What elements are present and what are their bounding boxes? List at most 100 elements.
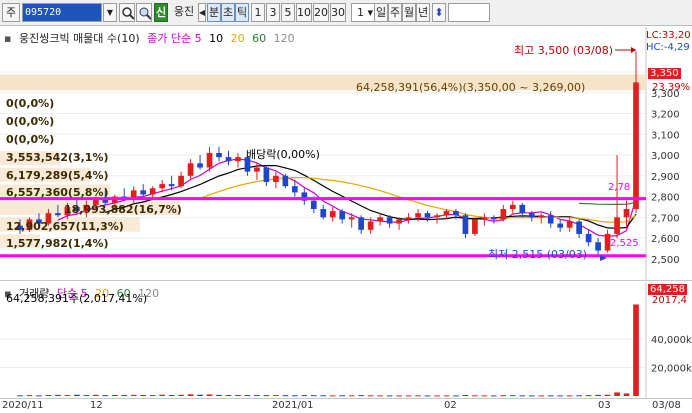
volume-bar xyxy=(415,395,421,397)
date-label-jan: 2021/01 xyxy=(272,400,314,411)
volume-bar xyxy=(55,394,61,396)
candle-body xyxy=(291,186,298,193)
date-label-nov: 2020/11 xyxy=(2,400,44,411)
candle-body xyxy=(254,167,260,172)
candle-body xyxy=(159,184,165,189)
profile-label-5: 6,179,289(5,4%) xyxy=(6,169,109,182)
candle-body xyxy=(547,215,554,224)
month-button[interactable]: 월 xyxy=(402,3,416,22)
stock-code-input[interactable]: 095720 xyxy=(22,3,102,22)
profile-label-8: 12,902,657(11,3%) xyxy=(6,220,124,233)
interval-1-button[interactable]: 1 xyxy=(251,3,265,22)
volume-bar xyxy=(547,395,554,397)
ma-10-label: 10 xyxy=(209,32,224,45)
interval-10-button[interactable]: 10 xyxy=(296,3,312,22)
candle-body xyxy=(623,209,630,218)
candle-body xyxy=(396,219,402,224)
volume-bar xyxy=(291,395,298,397)
volume-bar xyxy=(254,395,260,397)
volume-bar xyxy=(491,395,497,397)
volume-bar xyxy=(443,395,450,397)
volume-bar xyxy=(453,395,459,397)
date-label-mar: 03 xyxy=(598,400,611,411)
candle-body xyxy=(168,184,175,187)
candle-body xyxy=(405,217,412,220)
volume-bar xyxy=(17,395,23,397)
candle-body xyxy=(538,215,545,218)
magnifier-icon[interactable] xyxy=(136,3,152,22)
dividend-annotation: 배당락(0,00%) xyxy=(246,148,320,161)
new-badge[interactable]: 신 xyxy=(154,3,168,22)
volume-bar xyxy=(36,395,42,397)
interval-20-button[interactable]: 20 xyxy=(313,3,329,22)
volume-bar xyxy=(92,394,99,396)
candle-body xyxy=(206,152,213,168)
left-arrow-icon[interactable]: ◀ xyxy=(198,3,206,22)
volume-bar xyxy=(377,395,383,397)
second-button[interactable]: 초 xyxy=(221,3,235,22)
volume-bar xyxy=(168,395,175,397)
candle-body xyxy=(614,217,620,234)
candle-body xyxy=(329,211,336,218)
current-change-label: 23.39% xyxy=(652,82,691,93)
price-tick-label: 2,600 xyxy=(651,234,680,245)
candle-body xyxy=(415,213,421,218)
volume-bar xyxy=(74,394,80,396)
price-tick-label: 2,900 xyxy=(651,172,680,183)
value-input[interactable] xyxy=(448,3,490,22)
interval-30-button[interactable]: 30 xyxy=(330,3,346,22)
candle-body xyxy=(424,213,431,218)
current-volume-pct: 2017,4 xyxy=(652,295,687,306)
date-axis: 2020/11 12 2021/01 02 03 03/08 xyxy=(0,398,692,413)
volume-bar xyxy=(187,394,194,396)
right-level-top-label: 2,78 xyxy=(608,182,631,193)
volume-tick-label: 20,000k xyxy=(651,364,692,375)
candle-body xyxy=(348,217,355,220)
candle-body xyxy=(519,204,526,214)
price-tick-label: 2,800 xyxy=(651,193,680,204)
updown-arrow-icon[interactable]: ⬍ xyxy=(432,3,446,22)
day-button[interactable]: 일 xyxy=(374,3,388,22)
profile-label-3: 0(0,0%) xyxy=(6,133,55,146)
candle-body xyxy=(320,209,327,218)
date-label-feb: 02 xyxy=(444,400,457,411)
volume-bar xyxy=(244,395,251,397)
period-type-select[interactable]: 주 xyxy=(2,3,20,22)
candle-body xyxy=(633,82,639,210)
volume-bar xyxy=(519,395,526,397)
profile-label-2: 0(0,0%) xyxy=(6,115,55,128)
volume-bar xyxy=(500,395,507,397)
volume-bar xyxy=(614,392,620,396)
volume-chart-pane[interactable]: 40,000k 20,000k ▪ 거래량 단순 5 20 60 120 64,2… xyxy=(0,282,692,398)
ma-20-label: 20 xyxy=(230,32,245,45)
search-icon[interactable] xyxy=(119,3,135,22)
minute-button[interactable]: 분 xyxy=(207,3,221,22)
volume-bar xyxy=(263,395,270,397)
volume-bar xyxy=(130,394,137,396)
volume-profile-top-label: 64,258,391(56,4%)(3,350,00 ~ 3,269,00) xyxy=(356,81,586,94)
dropdown-arrow-icon[interactable]: ▼ xyxy=(103,3,117,22)
candle-body xyxy=(282,175,289,187)
tick-button[interactable]: 틱 xyxy=(235,3,249,22)
candle-body xyxy=(557,223,564,228)
week-button[interactable]: 주 xyxy=(388,3,402,22)
lc-label: LC:33,20 xyxy=(646,30,691,41)
year-button[interactable]: 년 xyxy=(416,3,430,22)
price-legend-title: 웅진씽크빅 매물대 수(10) xyxy=(18,32,140,45)
interval-5-button[interactable]: 5 xyxy=(281,3,295,22)
volume-bar xyxy=(282,395,289,397)
volume-bar xyxy=(301,395,308,397)
volume-bar xyxy=(595,394,601,396)
price-chart-pane[interactable]: 3,4003,3003,2003,1003,0002,9002,8002,700… xyxy=(0,27,692,281)
ma-120-label: 120 xyxy=(273,32,295,45)
volume-bar xyxy=(64,395,71,397)
candle-body xyxy=(595,242,601,251)
candle-body xyxy=(386,217,393,224)
candle-body xyxy=(358,217,365,230)
interval-3-button[interactable]: 3 xyxy=(266,3,280,22)
volume-bar xyxy=(149,395,156,397)
candle-body xyxy=(273,175,279,183)
volume-bar xyxy=(434,395,440,397)
volume-bar xyxy=(83,395,90,397)
profile-label-7: 18,993,882(16,7%) xyxy=(64,203,182,216)
